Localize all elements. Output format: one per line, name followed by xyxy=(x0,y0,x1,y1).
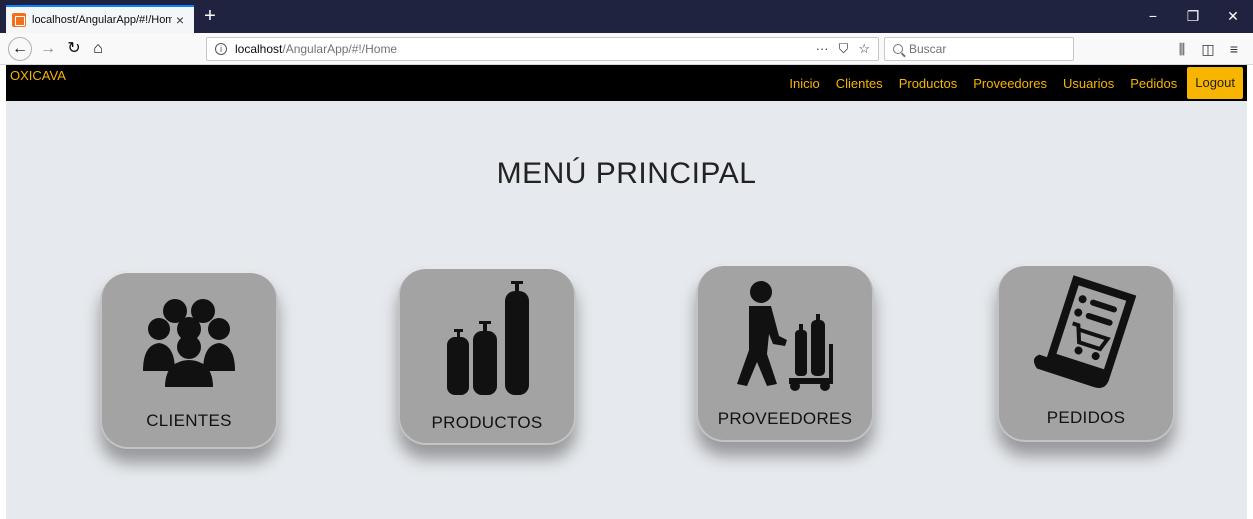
gas-cylinders-icon xyxy=(447,281,529,395)
hamburger-menu-icon[interactable]: ≡ xyxy=(1222,37,1246,61)
order-list-icon xyxy=(1033,275,1137,388)
card-proveedores[interactable]: PROVEEDORES xyxy=(696,264,874,442)
worker-cart-icon xyxy=(737,281,833,391)
nav-inicio[interactable]: Inicio xyxy=(789,76,819,91)
search-input[interactable]: Buscar xyxy=(884,37,1074,61)
tab-close-icon[interactable]: × xyxy=(172,12,188,28)
nav-usuarios[interactable]: Usuarios xyxy=(1063,76,1114,91)
card-label-productos: PRODUCTOS xyxy=(431,413,543,432)
tab-title: localhost/AngularApp/#!/Home xyxy=(32,14,172,26)
card-label-pedidos: PEDIDOS xyxy=(1046,408,1126,427)
nav-productos[interactable]: Productos xyxy=(899,76,958,91)
logout-button[interactable]: Logout xyxy=(1187,67,1243,99)
home-icon[interactable]: ⌂ xyxy=(86,37,110,61)
main-menu: Inicio Clientes Productos Proveedores Us… xyxy=(789,65,1247,101)
restore-button[interactable]: ❐ xyxy=(1173,0,1213,33)
search-placeholder: Buscar xyxy=(909,42,947,56)
forward-icon[interactable]: → xyxy=(36,37,60,61)
card-label-proveedores: PROVEEDORES xyxy=(717,409,853,428)
page-title: MENÚ PRINCIPAL xyxy=(496,157,757,190)
bookmark-star-icon[interactable]: ☆ xyxy=(858,41,870,57)
card-productos[interactable]: PRODUCTOS xyxy=(398,267,576,445)
brand-link[interactable]: OXICAVA xyxy=(10,68,66,83)
people-group-icon xyxy=(143,299,235,387)
card-label-clientes: CLIENTES xyxy=(146,411,232,430)
site-info-icon[interactable]: i xyxy=(215,43,227,55)
nav-clientes[interactable]: Clientes xyxy=(836,76,883,91)
main-content: MENÚ PRINCIPAL CLIENTES PRODUCTOS PROVEE… xyxy=(6,101,1247,519)
url-host: localhost xyxy=(235,42,283,56)
card-pedidos[interactable]: PEDIDOS xyxy=(997,264,1175,442)
nav-pedidos[interactable]: Pedidos xyxy=(1130,76,1177,91)
url-bar[interactable]: i localhost/AngularApp/#!/Home ··· ⛉ ☆ xyxy=(206,37,879,61)
xampp-favicon-icon xyxy=(12,13,26,27)
library-icon[interactable]: ⫼ xyxy=(1170,37,1194,61)
page-actions-icon[interactable]: ··· xyxy=(816,41,829,57)
close-window-button[interactable]: ✕ xyxy=(1213,0,1253,33)
new-tab-button[interactable]: + xyxy=(198,3,222,29)
minimize-button[interactable]: − xyxy=(1133,0,1173,33)
reload-icon[interactable]: ↻ xyxy=(62,37,86,61)
browser-titlebar: localhost/AngularApp/#!/Home × + − ❐ ✕ xyxy=(0,0,1253,33)
pocket-icon[interactable]: ⛉ xyxy=(839,41,849,57)
card-clientes[interactable]: CLIENTES xyxy=(100,271,278,449)
nav-proveedores[interactable]: Proveedores xyxy=(973,76,1047,91)
back-icon[interactable]: ← xyxy=(8,37,32,61)
url-path: /AngularApp/#!/Home xyxy=(282,42,398,56)
sidebar-icon[interactable]: ◫ xyxy=(1196,37,1220,61)
browser-tab[interactable]: localhost/AngularApp/#!/Home × xyxy=(6,5,194,33)
app-header: OXICAVA Inicio Clientes Productos Provee… xyxy=(6,65,1247,101)
browser-navbar: ← → ↻ ⌂ i localhost/AngularApp/#!/Home ·… xyxy=(0,33,1253,65)
search-icon xyxy=(893,44,903,54)
